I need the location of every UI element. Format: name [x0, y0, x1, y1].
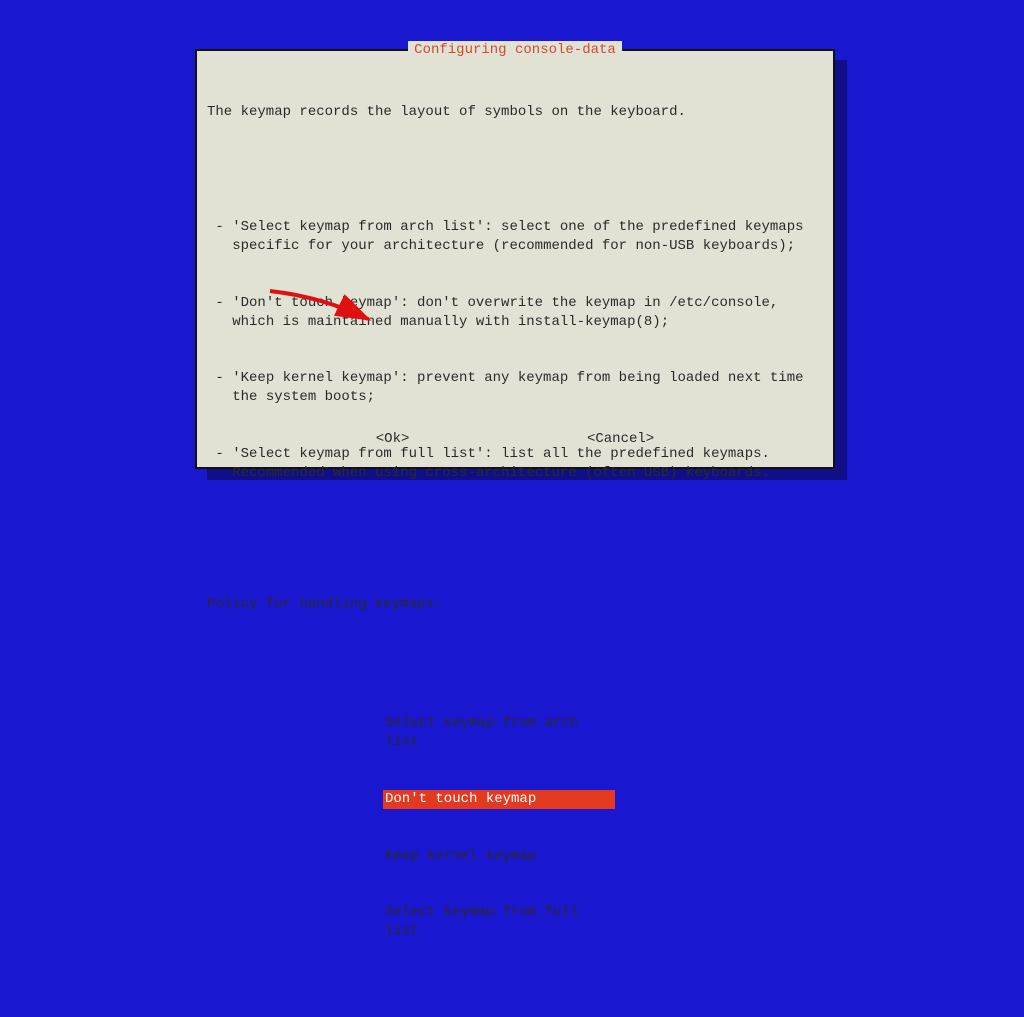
- policy-prompt: Policy for handling keymaps:: [207, 595, 823, 614]
- bullet-item: - 'Select keymap from arch list': select…: [207, 218, 823, 256]
- dialog-title-wrap: Configuring console-data: [197, 41, 833, 60]
- intro-text: The keymap records the layout of symbols…: [207, 103, 823, 122]
- bullet-item: - 'Select keymap from full list': list a…: [207, 445, 823, 483]
- config-dialog: Configuring console-data The keymap reco…: [195, 49, 835, 469]
- menu-item-select-arch[interactable]: Select keymap from arch list: [383, 714, 615, 752]
- dialog-content: The keymap records the layout of symbols…: [197, 51, 833, 1017]
- dialog-title: Configuring console-data: [408, 41, 622, 60]
- cancel-button[interactable]: <Cancel>: [587, 430, 654, 449]
- menu-item-dont-touch[interactable]: Don't touch keymap: [383, 790, 615, 809]
- bullet-item: - 'Don't touch keymap': don't overwrite …: [207, 294, 823, 332]
- dialog-buttons: <Ok> <Cancel>: [197, 430, 833, 449]
- keymap-menu[interactable]: Select keymap from arch list Don't touch…: [207, 677, 823, 979]
- bullet-item: - 'Keep kernel keymap': prevent any keym…: [207, 369, 823, 407]
- menu-item-select-full[interactable]: Select keymap from full list: [383, 903, 615, 941]
- menu-item-keep-kernel[interactable]: Keep kernel keymap: [383, 847, 615, 866]
- bullets-block: - 'Select keymap from arch list': select…: [207, 180, 823, 520]
- ok-button[interactable]: <Ok>: [376, 430, 410, 449]
